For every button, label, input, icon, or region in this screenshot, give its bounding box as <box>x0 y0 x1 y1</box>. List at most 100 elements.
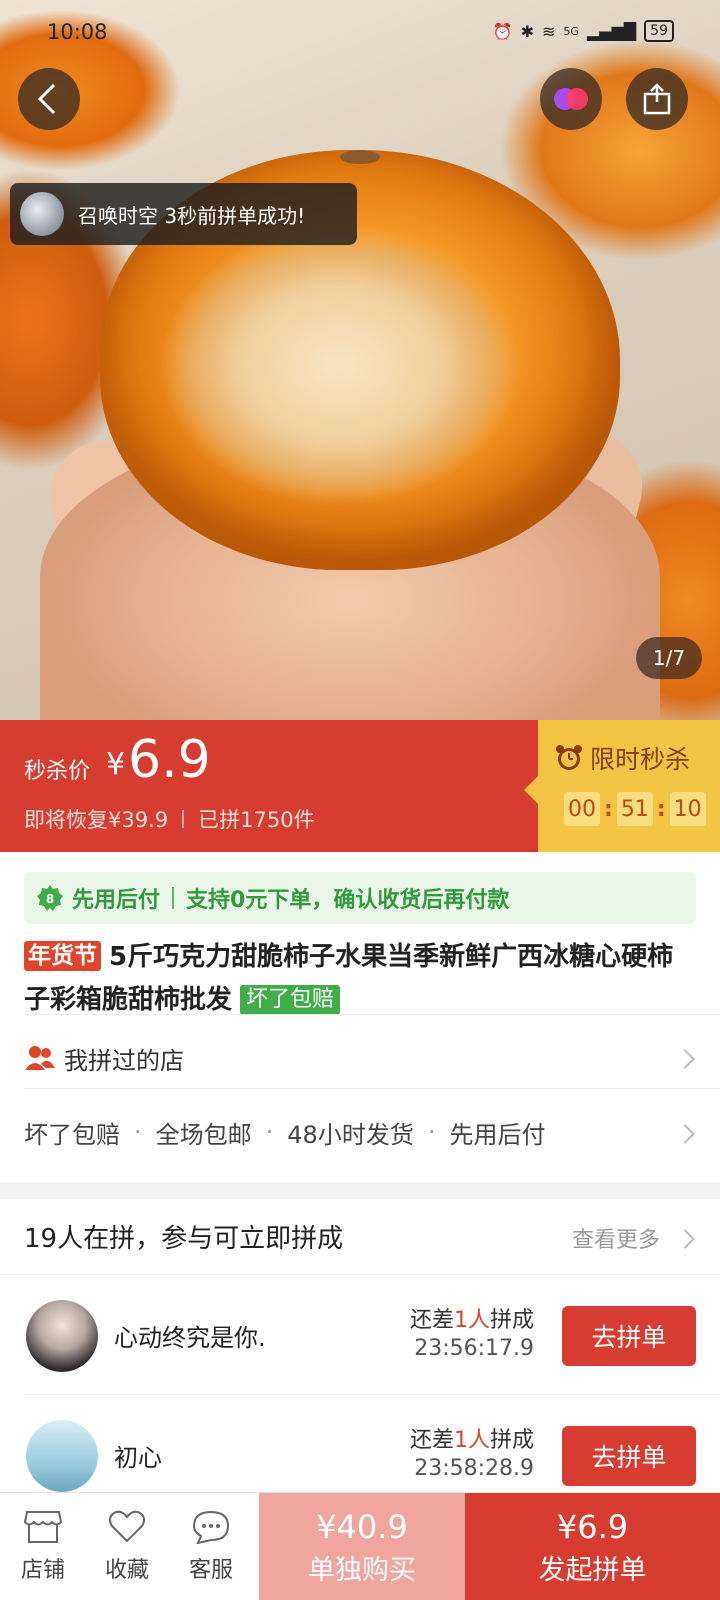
pay-later-banner[interactable]: 8 先用后付 支持0元下单，确认收货后再付款 <box>24 872 696 924</box>
join-group-button[interactable]: 去拼单 <box>562 1426 696 1486</box>
price-banner: 秒杀价 ¥ 6.9 即将恢复¥39.9 已拼1750件 限时秒杀 00 : 51… <box>0 720 720 852</box>
countdown-hours: 00 <box>564 792 600 826</box>
group-countdown: 23:56:17.9 <box>414 1336 534 1361</box>
service-item: 坏了包赔 <box>24 1120 120 1149</box>
group-label: 发起拼单 <box>538 1554 647 1586</box>
separator-dot: · <box>265 1118 274 1146</box>
svg-text:8: 8 <box>46 892 54 906</box>
pay-later-badge-icon: 8 <box>37 885 63 911</box>
group-row: 心动终究是你. 还差1人拼成 23:56:17.9 去拼单 <box>0 1276 720 1394</box>
product-title-text: 5斤巧克力甜脆柿子水果当季新鲜广西冰糖心硬柿子彩箱脆甜柿批发 <box>24 942 674 1015</box>
product-image-carousel[interactable] <box>0 0 720 720</box>
divider <box>24 1394 720 1395</box>
countdown-minutes: 51 <box>616 792 653 826</box>
wifi-icon: ≋ <box>542 21 556 41</box>
pay-later-desc: 支持0元下单，确认收货后再付款 <box>186 888 510 913</box>
start-group-button[interactable]: ¥6.9 发起拼单 <box>465 1493 720 1600</box>
battery-icon: 59 <box>644 20 674 42</box>
flash-sale-title: 限时秒杀 <box>554 740 690 776</box>
bluetooth-icon: ✱ <box>520 21 535 41</box>
countdown-colon: : <box>604 796 613 822</box>
shop-history-label: 我拼过的店 <box>64 1046 184 1075</box>
buy-alone-price: ¥40.9 <box>316 1507 408 1546</box>
toast-text: 召唤时空 3秒前拼单成功! <box>78 203 306 228</box>
favorite-label: 收藏 <box>104 1558 149 1583</box>
services-row[interactable]: 坏了包赔 · 全场包邮 · 48小时发货 · 先用后付 <box>24 1104 696 1160</box>
divider <box>172 887 175 909</box>
guarantee-tag: 坏了包赔 <box>240 985 341 1015</box>
pay-later-title: 先用后付 <box>72 888 161 913</box>
heart-icon <box>108 1510 146 1543</box>
need-prefix: 还差 <box>409 1308 454 1333</box>
price-section: 秒杀价 ¥ 6.9 即将恢复¥39.9 已拼1750件 <box>0 720 538 852</box>
flash-sale-section: 限时秒杀 00 : 51 : 10 <box>524 720 720 852</box>
product-title: 年货节 5斤巧克力甜脆柿子水果当季新鲜广西冰糖心硬柿子彩箱脆甜柿批发 坏了包赔 <box>24 936 696 1022</box>
avatar <box>20 192 64 236</box>
group-countdown: 23:58:28.9 <box>414 1456 534 1481</box>
avatar <box>26 1420 98 1492</box>
need-suffix: 拼成 <box>489 1428 534 1453</box>
festival-tag: 年货节 <box>24 941 101 971</box>
status-time: 10:08 <box>47 20 108 44</box>
avatar <box>26 1300 98 1372</box>
service-item: 先用后付 <box>449 1120 546 1149</box>
store-label: 店铺 <box>20 1558 65 1583</box>
alarm-icon: ⏰ <box>492 21 513 41</box>
status-icons: ⏰ ✱ ≋ 5G ▂▄▆█ 59 <box>493 20 674 42</box>
group-success-toast: 召唤时空 3秒前拼单成功! <box>10 183 357 245</box>
store-icon <box>24 1511 62 1543</box>
group-need-text: 还差1人拼成 <box>410 1422 534 1454</box>
group-user-name: 初心 <box>114 1444 162 1472</box>
see-more-link[interactable]: 查看更多 <box>572 1222 660 1254</box>
divider <box>182 810 185 828</box>
countdown-colon: : <box>656 796 666 822</box>
group-heading: 19人在拼，参与可立即拼成 <box>24 1224 344 1254</box>
need-count: 1人 <box>453 1428 490 1453</box>
separator-dot: · <box>427 1118 436 1146</box>
customer-service-button[interactable]: 客服 <box>168 1493 254 1600</box>
service-item: 48小时发货 <box>287 1120 414 1149</box>
share-icon <box>643 83 671 115</box>
sold-count: 已拼1750件 <box>198 808 315 832</box>
divider <box>0 1274 720 1275</box>
signal-icon: ▂▄▆█ <box>586 21 637 41</box>
divider <box>24 1088 720 1089</box>
store-button[interactable]: 店铺 <box>0 1493 86 1600</box>
flash-sale-label: 限时秒杀 <box>590 745 691 774</box>
separator-dot: · <box>134 1118 142 1146</box>
need-count: 1人 <box>453 1308 490 1333</box>
group-price: ¥6.9 <box>556 1507 629 1546</box>
countdown-timer: 00 : 51 : 10 <box>564 792 706 826</box>
price-currency: ¥ <box>106 747 126 782</box>
section-divider <box>0 1183 720 1199</box>
buy-alone-label: 单独购买 <box>308 1554 416 1586</box>
price-value: 6.9 <box>128 730 211 790</box>
chevron-right-icon <box>675 1229 695 1249</box>
divider <box>24 1014 720 1015</box>
chat-icon <box>192 1510 230 1544</box>
need-prefix: 还差 <box>409 1428 454 1453</box>
image-page-indicator: 1/7 <box>636 637 702 679</box>
chevron-left-icon <box>37 83 56 115</box>
service-item: 全场包邮 <box>155 1120 252 1149</box>
back-button[interactable] <box>18 68 80 130</box>
share-button[interactable] <box>626 68 688 130</box>
assistant-logo-icon <box>554 88 588 110</box>
assistant-button[interactable] <box>540 68 602 130</box>
bottom-action-bar: 店铺 收藏 客服 ¥40.9 单独购买 ¥6.9 发起拼单 <box>0 1492 720 1600</box>
countdown-seconds: 10 <box>669 792 706 826</box>
service-label: 客服 <box>188 1558 233 1583</box>
favorite-button[interactable]: 收藏 <box>84 1493 170 1600</box>
users-icon <box>25 1046 55 1070</box>
alarm-clock-icon <box>556 745 582 770</box>
persimmon-stem <box>340 150 380 164</box>
price-label: 秒杀价 <box>24 759 91 784</box>
group-user-name: 心动终究是你. <box>114 1324 266 1352</box>
restore-price: 即将恢复¥39.9 <box>24 808 169 832</box>
join-group-button[interactable]: 去拼单 <box>562 1306 696 1366</box>
network-label: 5G <box>563 24 579 38</box>
shop-history-row[interactable]: 我拼过的店 <box>24 1030 696 1086</box>
need-suffix: 拼成 <box>489 1308 534 1333</box>
buy-alone-button[interactable]: ¥40.9 单独购买 <box>259 1493 465 1600</box>
services-list: 坏了包赔 · 全场包邮 · 48小时发货 · 先用后付 <box>24 1115 545 1150</box>
